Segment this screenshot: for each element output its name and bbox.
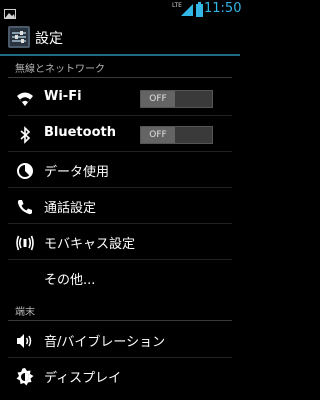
clock: 11:50 [204,1,242,16]
settings-item-label: モバキャス設定 [44,237,136,252]
toggle-state-label: OFF [141,91,175,107]
settings-app-icon[interactable] [8,26,30,52]
settings-item-label: Wi-Fi [44,89,82,104]
page-title: 設定 [35,31,63,47]
settings-item-label: 音/バイブレーション [44,335,166,350]
wifi-toggle[interactable]: OFF [140,90,213,108]
status-bar: LTE 11:50 [0,0,242,21]
toggle-state-label: OFF [141,127,175,143]
section-title-wireless: 無線とネットワーク [15,64,105,75]
signal-icon [180,2,194,21]
settings-item-label: Bluetooth [44,125,116,140]
settings-item-mobacas[interactable]: モバキャス設定 [0,224,240,260]
phone-icon [16,198,34,216]
settings-item-data-usage[interactable]: データ使用 [0,152,240,188]
broadcast-icon [16,234,34,252]
settings-item-label: データ使用 [44,165,110,180]
section-device: 端末 [0,303,240,321]
section-wireless: 無線とネットワーク [0,60,240,78]
settings-item-wifi[interactable]: Wi-Fi OFF [0,80,240,116]
settings-item-label: ディスプレイ [44,371,122,386]
data-usage-icon [16,162,34,180]
wifi-icon [16,90,34,108]
settings-item-label: その他... [44,273,96,288]
bluetooth-icon [16,126,34,144]
settings-item-bluetooth[interactable]: Bluetooth OFF [0,116,240,152]
section-divider [8,77,232,78]
section-divider [8,320,232,321]
brightness-icon [16,368,34,386]
settings-item-display[interactable]: ディスプレイ [0,358,240,394]
settings-item-label: 通話設定 [44,201,97,216]
section-title-device: 端末 [15,307,35,318]
settings-item-sound[interactable]: 音/バイブレーション [0,322,240,358]
settings-item-more[interactable]: その他... [0,260,240,296]
bluetooth-toggle[interactable]: OFF [140,126,213,144]
speaker-icon [16,332,34,350]
action-bar: 設定 [0,20,240,56]
battery-icon [196,2,203,21]
action-bar-divider [0,54,240,56]
settings-item-call[interactable]: 通話設定 [0,188,240,224]
